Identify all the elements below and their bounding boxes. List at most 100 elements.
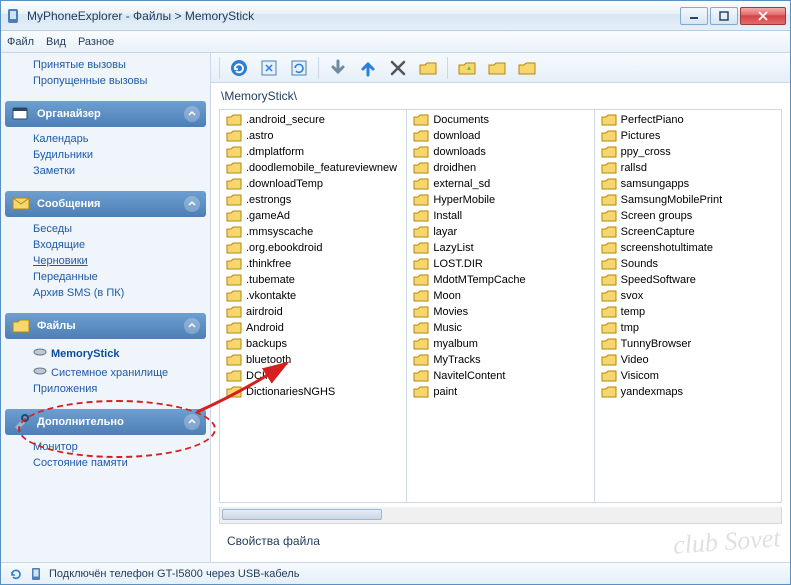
sync-all-button[interactable]	[286, 56, 312, 80]
folder-item[interactable]: svox	[595, 288, 781, 304]
section-files[interactable]: Файлы	[5, 313, 206, 339]
folder-item[interactable]: bluetooth	[220, 352, 406, 368]
folder-item[interactable]: .android_secure	[220, 112, 406, 128]
folder-item[interactable]: .downloadTemp	[220, 176, 406, 192]
folder-item[interactable]: paint	[407, 384, 593, 400]
sidebar-item-sent[interactable]: Переданные	[33, 269, 198, 285]
folder-item[interactable]: backups	[220, 336, 406, 352]
folder-item[interactable]: temp	[595, 304, 781, 320]
folder-item[interactable]: yandexmaps	[595, 384, 781, 400]
sidebar-item-notes[interactable]: Заметки	[33, 163, 198, 179]
menu-view[interactable]: Вид	[46, 36, 66, 48]
folder-label: Movies	[433, 306, 468, 318]
favorite-button[interactable]	[454, 56, 480, 80]
menu-file[interactable]: Файл	[7, 36, 34, 48]
folder-item[interactable]: .dmplatform	[220, 144, 406, 160]
sidebar-item-inbox[interactable]: Входящие	[33, 237, 198, 253]
folder-label: .gameAd	[246, 210, 290, 222]
folder-settings-button[interactable]	[514, 56, 540, 80]
folder-item[interactable]: DCIM	[220, 368, 406, 384]
sidebar-item-memory-state[interactable]: Состояние памяти	[33, 455, 198, 471]
folder-item[interactable]: .mmsyscache	[220, 224, 406, 240]
sidebar-item-sms-archive[interactable]: Архив SMS (в ПК)	[33, 285, 198, 301]
folder-item[interactable]: Screen groups	[595, 208, 781, 224]
folder-item[interactable]: myalbum	[407, 336, 593, 352]
sidebar-item-monitor[interactable]: Монитор	[33, 439, 198, 455]
folder-item[interactable]: external_sd	[407, 176, 593, 192]
sidebar-item-drafts[interactable]: Черновики	[33, 253, 198, 269]
folder-item[interactable]: MyTracks	[407, 352, 593, 368]
folder-item[interactable]: Install	[407, 208, 593, 224]
horizontal-scrollbar[interactable]	[219, 507, 782, 524]
new-folder-button[interactable]	[415, 56, 441, 80]
menu-misc[interactable]: Разное	[78, 36, 114, 48]
delete-button[interactable]	[385, 56, 411, 80]
folder-item[interactable]: Video	[595, 352, 781, 368]
sidebar-item-applications[interactable]: Приложения	[33, 381, 198, 397]
close-button[interactable]	[740, 7, 786, 25]
folder-item[interactable]: samsungapps	[595, 176, 781, 192]
folder-item[interactable]: .astro	[220, 128, 406, 144]
folder-item[interactable]: PerfectPiano	[595, 112, 781, 128]
organizer-icon	[11, 105, 31, 123]
folder-item[interactable]: rallsd	[595, 160, 781, 176]
sidebar-item-conversations[interactable]: Беседы	[33, 221, 198, 237]
folder-item[interactable]: .doodlemobile_featureviewnew	[220, 160, 406, 176]
download-button[interactable]	[325, 56, 351, 80]
folder-item[interactable]: ppy_cross	[595, 144, 781, 160]
section-messages[interactable]: Сообщения	[5, 191, 206, 217]
folder-action-button[interactable]	[484, 56, 510, 80]
scrollbar-thumb[interactable]	[222, 509, 382, 520]
folder-item[interactable]: droidhen	[407, 160, 593, 176]
folder-item[interactable]: download	[407, 128, 593, 144]
folder-item[interactable]: .estrongs	[220, 192, 406, 208]
sidebar-item-calendar[interactable]: Календарь	[33, 131, 198, 147]
folder-label: rallsd	[621, 162, 647, 174]
folder-item[interactable]: HyperMobile	[407, 192, 593, 208]
folder-item[interactable]: screenshotultimate	[595, 240, 781, 256]
minimize-button[interactable]	[680, 7, 708, 25]
folder-item[interactable]: downloads	[407, 144, 593, 160]
folder-item[interactable]: Music	[407, 320, 593, 336]
folder-item[interactable]: LazyList	[407, 240, 593, 256]
folder-item[interactable]: NavitelContent	[407, 368, 593, 384]
folder-item[interactable]: layar	[407, 224, 593, 240]
sidebar-item-alarms[interactable]: Будильники	[33, 147, 198, 163]
folder-item[interactable]: SamsungMobilePrint	[595, 192, 781, 208]
folder-item[interactable]: .vkontakte	[220, 288, 406, 304]
folder-item[interactable]: Movies	[407, 304, 593, 320]
app-icon	[5, 8, 21, 24]
folder-item[interactable]: MdotMTempCache	[407, 272, 593, 288]
folder-item[interactable]: tmp	[595, 320, 781, 336]
sidebar-item-missed-calls[interactable]: Пропущенные вызовы	[33, 73, 198, 89]
folder-item[interactable]: Documents	[407, 112, 593, 128]
folder-item[interactable]: Visicom	[595, 368, 781, 384]
folder-item[interactable]: .org.ebookdroid	[220, 240, 406, 256]
sidebar-item-received-calls[interactable]: Принятые вызовы	[33, 57, 198, 73]
folder-item[interactable]: LOST.DIR	[407, 256, 593, 272]
folder-item[interactable]: Pictures	[595, 128, 781, 144]
folder-label: external_sd	[433, 178, 490, 190]
upload-button[interactable]	[355, 56, 381, 80]
folder-item[interactable]: ScreenCapture	[595, 224, 781, 240]
folder-label: LOST.DIR	[433, 258, 483, 270]
folder-item[interactable]: SpeedSoftware	[595, 272, 781, 288]
sidebar-item-memorystick[interactable]: MemoryStick	[33, 343, 198, 362]
folder-item[interactable]: TunnyBrowser	[595, 336, 781, 352]
maximize-button[interactable]	[710, 7, 738, 25]
status-refresh-icon[interactable]	[9, 567, 23, 581]
folder-item[interactable]: DictionariesNGHS	[220, 384, 406, 400]
section-files-label: Файлы	[37, 320, 76, 332]
sync-button[interactable]	[256, 56, 282, 80]
folder-item[interactable]: airdroid	[220, 304, 406, 320]
sidebar-item-system-storage[interactable]: Системное хранилище	[33, 362, 198, 381]
folder-item[interactable]: .thinkfree	[220, 256, 406, 272]
folder-item[interactable]: Sounds	[595, 256, 781, 272]
folder-item[interactable]: .gameAd	[220, 208, 406, 224]
folder-item[interactable]: Android	[220, 320, 406, 336]
folder-item[interactable]: .tubemate	[220, 272, 406, 288]
section-organizer[interactable]: Органайзер	[5, 101, 206, 127]
refresh-button[interactable]	[226, 56, 252, 80]
folder-item[interactable]: Moon	[407, 288, 593, 304]
section-extra[interactable]: Дополнительно	[5, 409, 206, 435]
